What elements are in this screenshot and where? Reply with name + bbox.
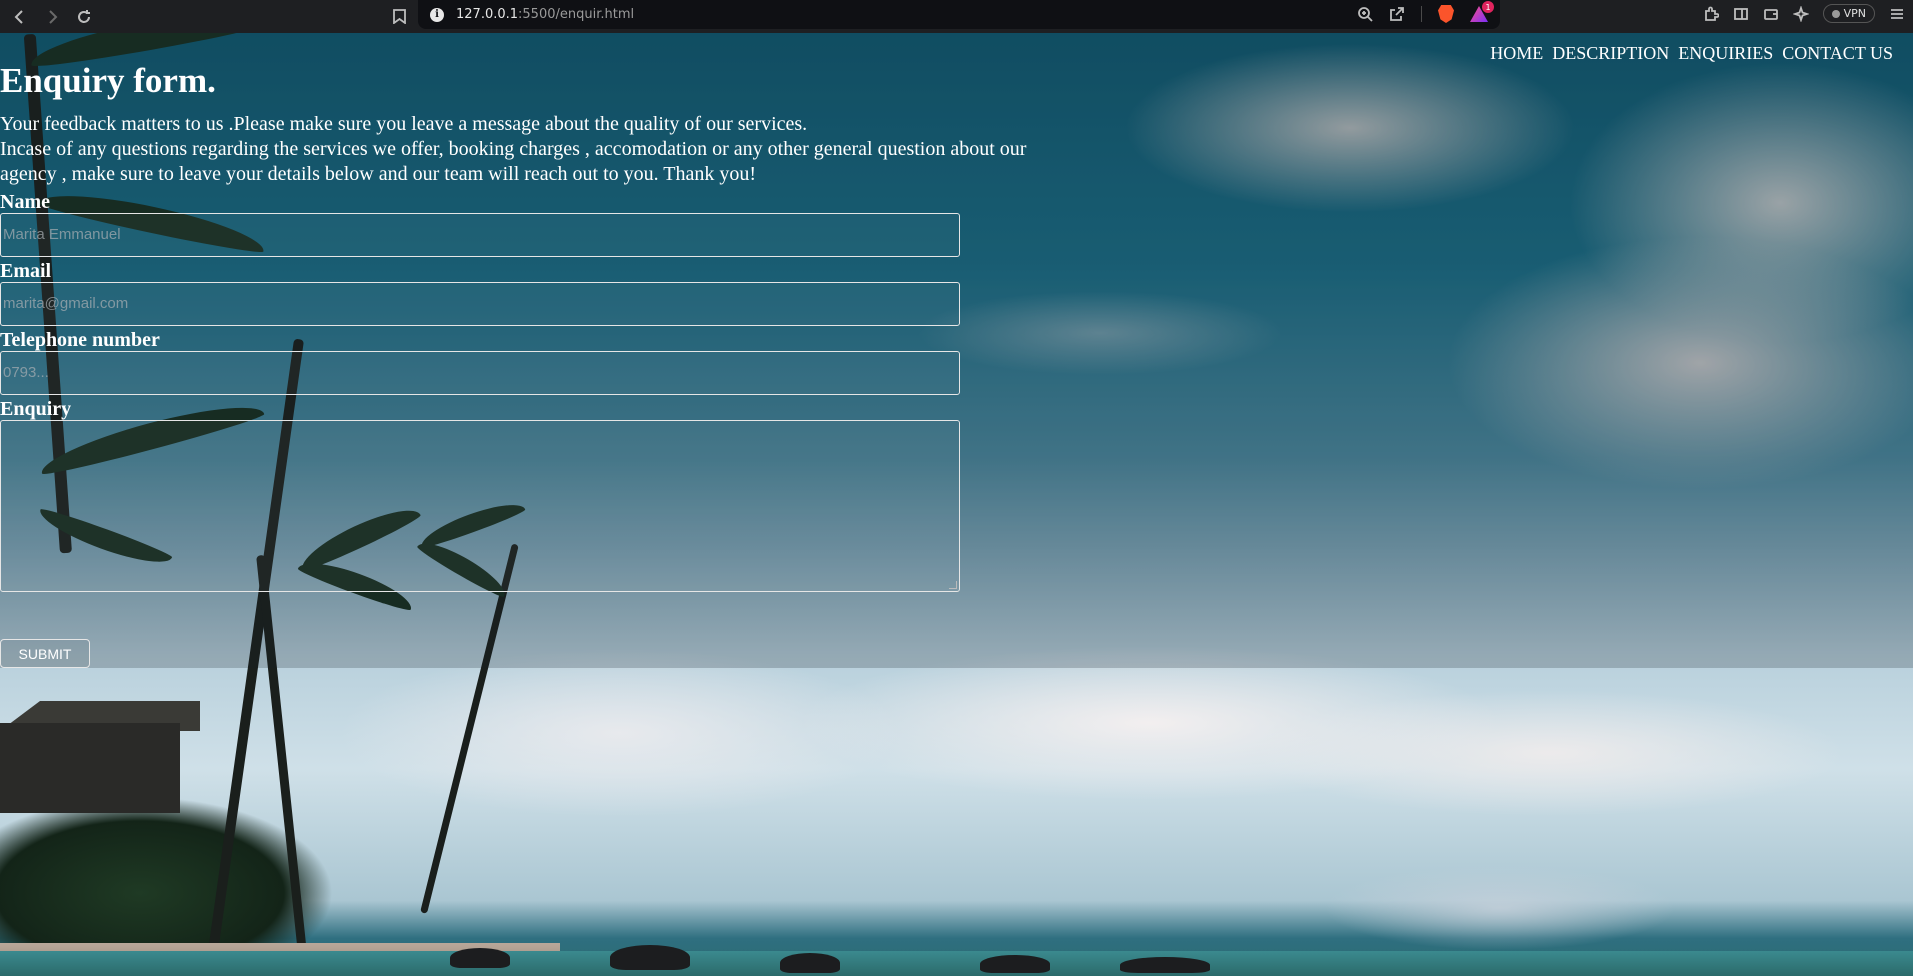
url-text[interactable]: 127.0.0.1:5500/enquir.html [456,7,634,22]
menu-icon[interactable] [1889,6,1905,22]
forward-button[interactable] [40,5,64,29]
intro-text: Your feedback matters to us .Please make… [0,112,1080,187]
back-button[interactable] [8,5,32,29]
background-rock [450,948,510,968]
telephone-input[interactable]: 0793... [0,351,960,395]
forward-arrow-icon [49,9,58,24]
main-nav: HOME DESCRIPTION ENQUIRIES CONTACT US [1490,43,1893,64]
background-rock [610,945,690,970]
nav-link-home[interactable]: HOME [1490,43,1543,64]
address-bar[interactable]: i 127.0.0.1:5500/enquir.html 1 [418,0,1500,29]
vpn-button[interactable]: VPN [1822,4,1875,23]
vpn-label: VPN [1843,7,1866,20]
browser-toolbar: i 127.0.0.1:5500/enquir.html 1 VPN [0,0,1913,33]
name-label: Name [0,191,50,213]
toolbar-divider [1421,6,1422,22]
reload-button[interactable] [72,5,96,29]
enquiry-textarea[interactable] [0,420,960,592]
background-hut [0,723,180,813]
reload-icon [78,9,90,23]
share-icon[interactable] [1389,6,1405,22]
vpn-status-icon [1831,9,1840,18]
url-host: 127.0.0.1 [456,7,519,22]
page-title: Enquiry form. [0,61,216,100]
telephone-label: Telephone number [0,329,160,351]
nav-link-contact-us[interactable]: CONTACT US [1782,43,1893,64]
enquiry-label: Enquiry [0,398,72,420]
brave-rewards-icon[interactable]: 1 [1470,1,1494,22]
url-path: :5500/enquir.html [518,7,635,22]
zoom-icon[interactable] [1357,6,1373,22]
bookmark-icon [392,8,406,24]
rewards-badge: 1 [1482,1,1494,13]
submit-button[interactable]: SUBMIT [0,639,90,668]
page-viewport: HOME DESCRIPTION ENQUIRIES CONTACT US En… [0,33,1913,976]
nav-link-enquiries[interactable]: ENQUIRIES [1678,43,1773,64]
background-rock [980,955,1050,973]
email-placeholder: marita@gmail.com [3,295,129,312]
intro-paragraph-1: Your feedback matters to us .Please make… [0,113,808,135]
background-rock [1120,957,1210,973]
back-arrow-icon [14,9,23,24]
name-placeholder: Marita Emmanuel [3,226,121,243]
bookmark-button[interactable] [388,4,410,28]
name-input[interactable]: Marita Emmanuel [0,213,960,257]
background-sea [0,951,1913,976]
telephone-placeholder: 0793... [3,364,49,381]
resize-handle-icon[interactable] [949,581,957,589]
site-info-icon[interactable]: i [430,7,444,22]
extensions-icon[interactable] [1703,6,1719,22]
nav-link-description[interactable]: DESCRIPTION [1552,43,1669,64]
email-label: Email [0,260,52,282]
leo-ai-icon[interactable] [1792,5,1809,22]
wallet-icon[interactable] [1763,6,1779,22]
sidebar-icon[interactable] [1733,6,1749,22]
background-rock [780,953,840,973]
brave-shields-icon[interactable] [1438,5,1454,23]
email-input[interactable]: marita@gmail.com [0,282,960,326]
intro-paragraph-2: Incase of any questions regarding the se… [0,138,1027,185]
